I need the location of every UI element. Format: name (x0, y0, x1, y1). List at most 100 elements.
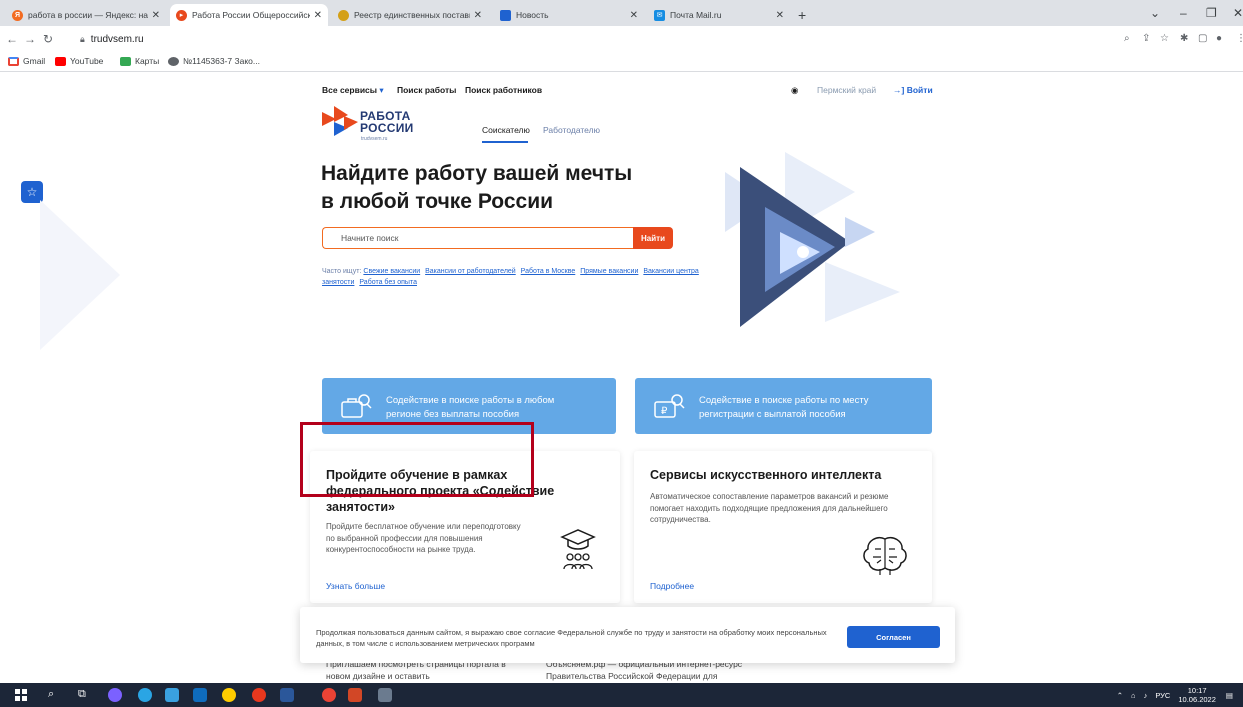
new-tab-button[interactable]: + (792, 4, 814, 26)
chrome-icon[interactable] (322, 688, 336, 702)
browser-tab-strip: Я работа в россии — Яндекс: най ✕ ▸ Рабо… (0, 0, 1243, 26)
bookmark-label: Карты (135, 56, 160, 66)
login-label: Войти (906, 85, 933, 95)
search-icon[interactable]: ⌕ (48, 688, 62, 702)
often-link[interactable]: Свежие вакансии (363, 268, 420, 275)
tab-search-icon[interactable]: ⌄ (1150, 6, 1160, 20)
sidepanel-icon[interactable]: ▢ (1198, 33, 1207, 44)
edge-icon[interactable] (138, 688, 152, 702)
tab-registry[interactable]: Реестр единственных поставщ ✕ (332, 4, 488, 26)
tab-news[interactable]: Новость ✕ (494, 4, 644, 26)
chevron-down-icon: ▾ (379, 85, 384, 95)
wallet-search-icon: ₽ (654, 394, 685, 418)
eye-icon[interactable]: ◉ (791, 85, 798, 96)
close-icon[interactable]: ✕ (474, 10, 482, 21)
task-view-icon[interactable]: ⧉ (78, 688, 92, 702)
window-close-icon[interactable]: ✕ (1233, 6, 1243, 20)
card-ai-services[interactable]: Сервисы искусственного интеллекта Автома… (634, 451, 932, 603)
yandex-icon[interactable] (252, 688, 266, 702)
share-icon[interactable]: ⇪ (1142, 33, 1150, 44)
cookie-text: Продолжая пользоваться данным сайтом, я … (316, 628, 827, 648)
clock[interactable]: 10:17 10.06.2022 (1178, 686, 1216, 704)
logo-mark[interactable] (322, 106, 358, 138)
card-text: Пройдите бесплатное обучение или перепод… (326, 522, 521, 554)
trudvsem-icon: ▸ (176, 9, 187, 21)
search-button[interactable]: Найти (633, 227, 673, 249)
back-icon[interactable]: ← (6, 32, 18, 46)
often-link[interactable]: Прямые вакансии (580, 268, 638, 275)
lock-icon: 🔒︎ (80, 33, 85, 44)
bookmark-youtube[interactable]: YouTube (55, 56, 103, 66)
language-indicator[interactable]: РУС (1155, 691, 1170, 700)
often-link[interactable]: Вакансии от работодателей (425, 268, 516, 275)
card-title: Сервисы искусственного интеллекта (650, 468, 882, 482)
tab-seeker[interactable]: Соискателю (482, 125, 530, 135)
profile-icon[interactable]: ● (1216, 33, 1222, 44)
tab-trudvsem[interactable]: ▸ Работа России Общероссийска ✕ (170, 4, 328, 26)
bookmarks-bar: Gmail YouTube Карты №1145363-7 Зако... (0, 52, 1243, 72)
outlook-icon[interactable] (193, 688, 207, 702)
more-link[interactable]: Подробнее (650, 581, 694, 591)
region-selector[interactable]: Пермский край (817, 85, 876, 95)
photos-icon[interactable] (378, 688, 392, 702)
graduation-cap-icon (560, 529, 596, 570)
close-icon[interactable]: ✕ (630, 10, 638, 21)
close-icon[interactable]: ✕ (152, 10, 160, 21)
close-icon[interactable]: ✕ (776, 10, 784, 21)
minimize-icon[interactable]: – (1180, 6, 1187, 20)
zoom-icon[interactable]: ⌕ (1124, 33, 1130, 44)
card-assist-with-allowance[interactable]: ₽ Содействие в поиске работы по месту ре… (635, 378, 932, 434)
close-icon[interactable]: ✕ (314, 10, 322, 21)
windows-start-icon[interactable] (14, 688, 28, 702)
notifications-icon[interactable]: ▤ (1226, 691, 1233, 700)
volume-icon[interactable]: ♪ (1144, 691, 1148, 700)
often-link[interactable]: Работа в Москве (521, 268, 576, 275)
mail-icon: ✉ (654, 9, 665, 21)
powerpoint-icon[interactable] (348, 688, 362, 702)
often-link[interactable]: Работа без опыта (359, 279, 417, 286)
bookmark-law[interactable]: №1145363-7 Зако... (168, 56, 260, 66)
nav-worker-search[interactable]: Поиск работников (465, 85, 542, 95)
bookmark-maps[interactable]: Карты (120, 56, 159, 66)
bookmark-label: Gmail (23, 56, 46, 66)
nav-job-search[interactable]: Поиск работы (397, 85, 456, 95)
suitcase-search-icon (341, 394, 372, 418)
card-title: Содействие в поиске работы в любом (386, 395, 555, 406)
logo-domain: trudvsem.ru (361, 136, 388, 142)
file-explorer-icon[interactable] (165, 688, 179, 702)
address-bar[interactable]: 🔒︎ trudvsem.ru (80, 29, 1230, 49)
network-icon[interactable]: ⌂ (1131, 691, 1136, 700)
highlight-rectangle (300, 422, 534, 497)
extensions-icon[interactable]: ✱ (1180, 33, 1188, 44)
all-services-menu[interactable]: Все сервисы ▾ (322, 85, 384, 96)
menu-icon[interactable]: ⋮ (1236, 33, 1243, 44)
tab-employer[interactable]: Работодателю (543, 125, 600, 135)
tab-yandex[interactable]: Я работа в россии — Яндекс: най ✕ (6, 4, 166, 26)
cookie-accept-button[interactable]: Согласен (847, 626, 940, 648)
tab-title: Работа России Общероссийска (192, 10, 310, 20)
tab-title: Новость (516, 10, 549, 20)
word-icon[interactable] (280, 688, 294, 702)
forward-icon[interactable]: → (24, 32, 36, 46)
often-searched: Часто ищут: Свежие вакансии Вакансии от … (322, 266, 702, 288)
card-text: Автоматическое сопоставление параметров … (650, 492, 889, 524)
bookmark-gmail[interactable]: Gmail (8, 56, 45, 66)
globe-icon (168, 56, 179, 66)
tab-mail[interactable]: ✉ Почта Mail.ru ✕ (648, 4, 790, 26)
yandex-icon: Я (12, 9, 23, 21)
all-services-label: Все сервисы (322, 85, 378, 95)
browser-toolbar: ← → ↻ 🔒︎ trudvsem.ru ⌕ ⇪ ☆ ✱ ▢ ● ⋮ (0, 26, 1243, 52)
yandex-browser-icon[interactable] (222, 688, 236, 702)
bookmark-star-icon[interactable]: ☆ (1160, 33, 1169, 44)
restore-icon[interactable]: ❐ (1206, 6, 1217, 20)
hero-title-line: Найдите работу вашей мечты (321, 162, 633, 185)
alice-icon[interactable] (108, 688, 122, 702)
learn-more-link[interactable]: Узнать больше (326, 581, 385, 591)
search-input[interactable]: Начните поиск (322, 227, 634, 249)
often-searched-label: Часто ищут: (322, 268, 362, 275)
tray-up-icon[interactable]: ⌃ (1117, 691, 1123, 700)
reload-icon[interactable]: ↻ (43, 32, 53, 46)
login-link[interactable]: →] Войти (893, 85, 933, 95)
bookmark-label: YouTube (70, 56, 104, 66)
hero-title: Найдите работу вашей мечты в любой точке… (321, 160, 751, 216)
